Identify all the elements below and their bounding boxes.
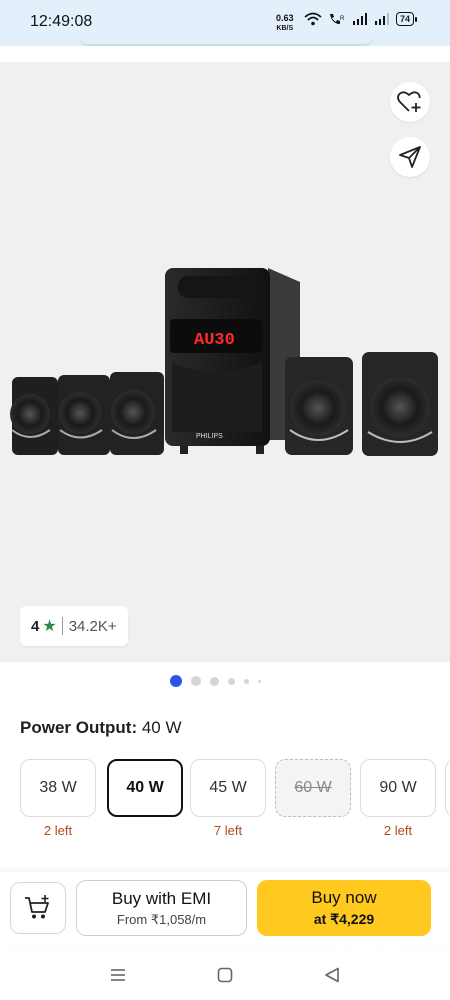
back-triangle-icon xyxy=(325,967,339,983)
display-text: AU30 xyxy=(194,331,235,350)
option-stock: 2 left xyxy=(43,823,73,838)
buy-title: Buy now xyxy=(311,888,377,907)
rating-value: 4 xyxy=(31,617,40,635)
cart-plus-icon xyxy=(25,895,49,919)
pager-dot[interactable] xyxy=(244,678,249,684)
add-to-cart-button[interactable] xyxy=(10,882,66,934)
option-45w[interactable]: 45 W xyxy=(190,759,266,817)
pager-dot-active[interactable] xyxy=(170,675,182,687)
system-nav-bar xyxy=(0,952,450,1000)
satellite-speaker xyxy=(285,357,353,455)
satellite-speaker xyxy=(58,375,110,455)
option-next-partial[interactable] xyxy=(445,759,450,817)
option-stock: 7 left xyxy=(213,823,243,838)
share-send-icon xyxy=(399,146,421,168)
option-stock: 2 left xyxy=(383,823,413,838)
heart-plus-icon xyxy=(397,91,421,112)
wifi-icon xyxy=(304,12,322,26)
battery-indicator: 74 xyxy=(396,12,418,26)
buy-price: at ₹4,229 xyxy=(313,911,375,927)
power-output-heading: Power Output: 40 W xyxy=(20,718,182,737)
status-time: 12:49:08 xyxy=(30,13,93,30)
status-bar: 12:49:08 0.63 KB/S R 74 xyxy=(0,0,450,46)
network-speed: 0.63 KB/S xyxy=(276,13,294,33)
option-60w[interactable]: 60 W xyxy=(275,759,351,817)
product-image: AU30 PHILIPS xyxy=(10,268,438,456)
recent-apps-button[interactable] xyxy=(103,962,133,988)
satellite-speaker xyxy=(362,352,438,456)
pager-dot[interactable] xyxy=(191,676,201,686)
volte-call-icon: R xyxy=(330,14,345,24)
signal-icon xyxy=(375,13,389,25)
satellite-speaker xyxy=(10,377,58,455)
power-output-options: 38 W 2 left 40 W 45 W 7 left 60 W 90 W 2… xyxy=(20,759,450,839)
emi-title: Buy with EMI xyxy=(111,888,212,908)
home-button[interactable] xyxy=(210,962,240,988)
share-button[interactable] xyxy=(390,137,430,177)
pager-dot[interactable] xyxy=(210,676,219,686)
svg-text:R: R xyxy=(340,16,345,22)
product-image-carousel[interactable]: AU30 PHILIPS 4 ★ 34.2K+ xyxy=(0,62,450,662)
rating-badge[interactable]: 4 ★ 34.2K+ xyxy=(20,606,128,646)
rating-count: 34.2K+ xyxy=(68,617,117,635)
status-icons: R 74 xyxy=(304,12,418,26)
buy-with-emi-button[interactable]: Buy with EMI From ₹1,058/m xyxy=(76,880,247,936)
emi-subtitle: From ₹1,058/m xyxy=(116,911,207,927)
square-icon xyxy=(217,967,233,983)
signal-icon xyxy=(353,13,367,25)
star-icon: ★ xyxy=(42,618,57,635)
pager-dot[interactable] xyxy=(228,677,235,685)
power-output-selected: 40 W xyxy=(141,718,182,737)
menu-icon xyxy=(111,969,125,981)
brand-logo: PHILIPS xyxy=(196,433,223,440)
satellite-speaker xyxy=(110,372,164,455)
option-90w[interactable]: 90 W xyxy=(360,759,436,817)
option-38w[interactable]: 38 W xyxy=(20,759,96,817)
option-40w[interactable]: 40 W xyxy=(107,759,183,817)
address-bar-edge xyxy=(78,36,374,46)
back-button[interactable] xyxy=(317,962,347,988)
wishlist-button[interactable] xyxy=(390,82,430,122)
divider xyxy=(61,617,63,635)
pager-dot[interactable] xyxy=(258,679,261,683)
image-pager xyxy=(170,675,261,687)
